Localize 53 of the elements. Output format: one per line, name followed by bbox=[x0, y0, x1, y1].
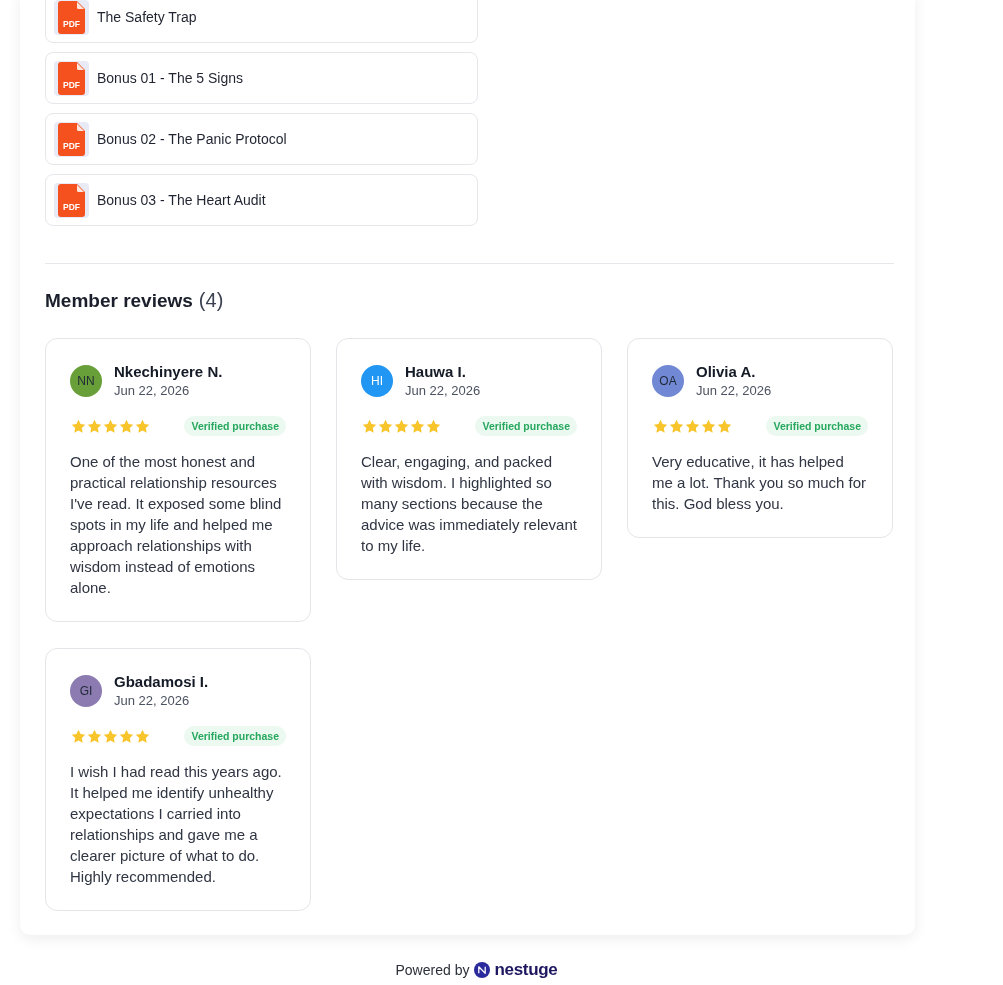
review-date: Jun 22, 2026 bbox=[405, 382, 481, 400]
star-icon bbox=[87, 418, 102, 434]
verified-badge: Verified purchase bbox=[766, 416, 868, 436]
verified-badge: Verified purchase bbox=[184, 416, 286, 436]
star-icon bbox=[103, 418, 118, 434]
pdf-file-icon: PDF bbox=[54, 60, 89, 96]
powered-by-label: Powered by bbox=[395, 962, 470, 978]
reviewer-name: Gbadamosi I. bbox=[114, 672, 209, 692]
avatar: NN bbox=[70, 364, 102, 397]
file-item[interactable]: PDF Bonus 03 - The Heart Audit bbox=[45, 174, 478, 226]
star-icon bbox=[119, 418, 134, 434]
star-icon bbox=[103, 728, 118, 744]
star-icon bbox=[135, 728, 150, 744]
pdf-file-icon: PDF bbox=[54, 0, 89, 35]
star-icon bbox=[119, 728, 134, 744]
reviewer-name: Hauwa I. bbox=[405, 362, 467, 382]
star-icon bbox=[653, 418, 668, 434]
reviewer-name: Olivia A. bbox=[696, 362, 757, 382]
review-text: One of the most honest and practical relationship resources I've read. It exposed some blind spots in my life and helped me approach relationships with wisdom instead of emotions alone. bbox=[70, 452, 283, 598]
pdf-file-icon: PDF bbox=[54, 121, 89, 157]
star-icon bbox=[394, 418, 409, 434]
reviewer-name: Nkechinyere N. bbox=[114, 362, 223, 382]
review-text: I wish I had read this years ago. It helped me identify unhealthy expectations I carried into relationships and gave me a clearer picture of what to do. Highly recommended. bbox=[70, 762, 283, 887]
review-date: Jun 22, 2026 bbox=[696, 382, 772, 400]
avatar: OA bbox=[652, 364, 684, 397]
review-date: Jun 22, 2026 bbox=[114, 692, 191, 710]
star-icon bbox=[685, 418, 700, 434]
star-icon bbox=[87, 728, 102, 744]
logo-icon[interactable] bbox=[474, 962, 491, 978]
star-icon bbox=[669, 418, 684, 434]
file-item[interactable]: PDF Bonus 02 - The Panic Protocol bbox=[45, 113, 478, 165]
pdf-file-icon: PDF bbox=[54, 182, 89, 218]
star-icon bbox=[410, 418, 425, 434]
star-icon bbox=[378, 418, 393, 434]
star-icon bbox=[135, 418, 150, 434]
verified-badge: Verified purchase bbox=[475, 416, 577, 436]
star-icon bbox=[71, 728, 86, 744]
file-item[interactable]: PDF Bonus 01 - The 5 Signs bbox=[45, 52, 478, 104]
review-date: Jun 22, 2026 bbox=[114, 382, 191, 400]
star-icon bbox=[362, 418, 377, 434]
verified-badge: Verified purchase bbox=[184, 726, 286, 746]
review-text: Very educative, it has helped me a lot. Thank you so much for this. God bless you. bbox=[652, 452, 867, 514]
section-title: Member reviews bbox=[45, 289, 193, 313]
brand-name[interactable]: nestuge bbox=[494, 960, 558, 980]
star-icon bbox=[71, 418, 86, 434]
review-text: Clear, engaging, and packed with wisdom. I highlighted so many sections because the advice was immediately relevant to my life. bbox=[361, 452, 577, 556]
star-icon bbox=[426, 418, 441, 434]
star-icon bbox=[701, 418, 716, 434]
avatar: GI bbox=[70, 674, 102, 707]
file-item[interactable]: PDF The Safety Trap bbox=[45, 0, 478, 43]
star-icon bbox=[717, 418, 732, 434]
avatar: HI bbox=[361, 364, 393, 397]
review-count: (4) bbox=[198, 288, 224, 312]
